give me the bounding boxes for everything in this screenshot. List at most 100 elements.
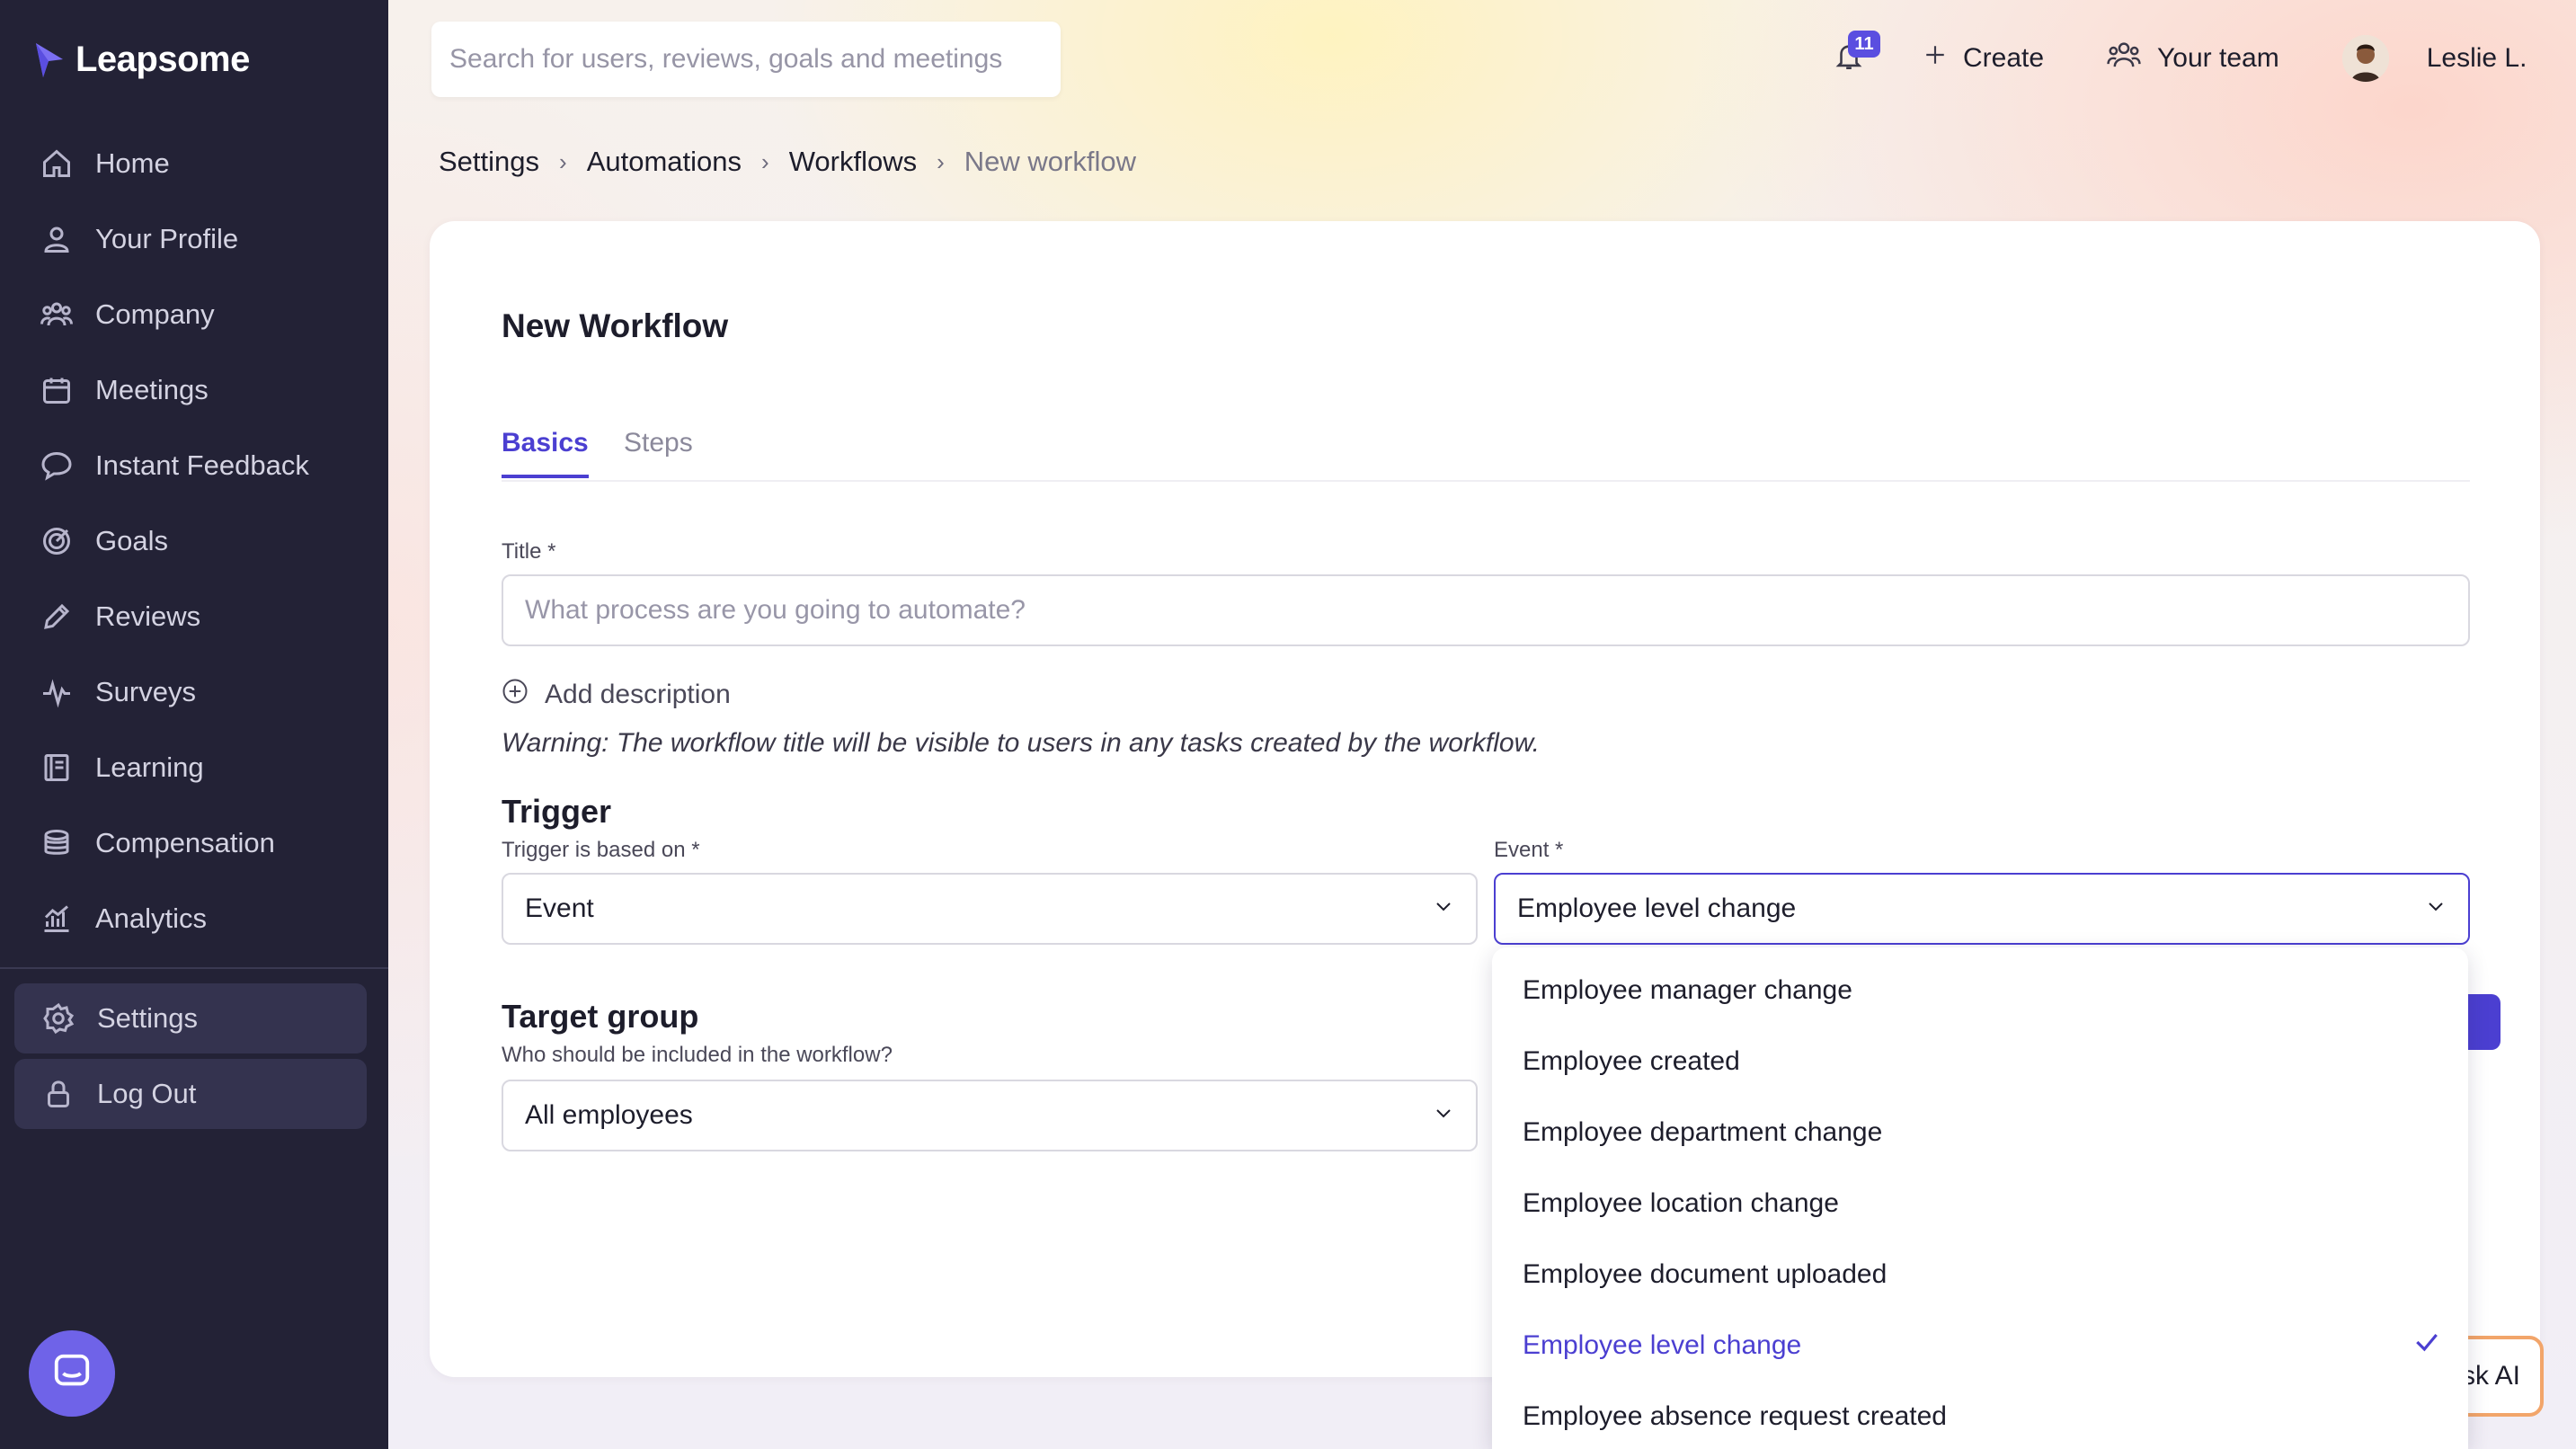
target-group-value: All employees	[525, 1100, 693, 1130]
chevron-right-icon: ›	[937, 147, 945, 175]
book-icon	[40, 751, 74, 785]
sidebar-nav: Home Your Profile Company Meetings Insta…	[0, 126, 388, 956]
chevron-down-icon	[2425, 893, 2447, 924]
sidebar-item-log-out[interactable]: Log Out	[14, 1059, 367, 1129]
create-button[interactable]: Create	[1923, 43, 2044, 74]
trigger-heading: Trigger	[502, 793, 612, 830]
event-option-label: Employee level change	[1523, 1329, 1802, 1360]
checkmark-icon	[2412, 1328, 2441, 1364]
sidebar-item-goals[interactable]: Goals	[0, 503, 388, 579]
sidebar-item-label: Reviews	[95, 600, 201, 632]
event-option-label: Employee absence request created	[1523, 1400, 1947, 1431]
target-group-subtitle: Who should be included in the workflow?	[502, 1043, 893, 1067]
avatar	[2341, 35, 2389, 82]
chevron-right-icon: ›	[761, 147, 769, 175]
topbar-actions: 11 Create Your team Leslie L.	[1826, 27, 2527, 90]
sidebar-item-instant-feedback[interactable]: Instant Feedback	[0, 428, 388, 503]
sidebar-item-surveys[interactable]: Surveys	[0, 654, 388, 730]
trigger-based-on-label: Trigger is based on *	[502, 838, 700, 862]
tab-steps[interactable]: Steps	[624, 428, 693, 475]
event-option[interactable]: Employee manager change	[1492, 955, 2468, 1026]
users-icon	[40, 298, 74, 332]
sidebar-item-label: Settings	[97, 1002, 199, 1034]
notifications-button[interactable]: 11	[1826, 31, 1880, 81]
sidebar-item-label: Instant Feedback	[95, 449, 309, 481]
target-group-heading: Target group	[502, 998, 699, 1035]
sidebar-item-label: Meetings	[95, 374, 209, 405]
trigger-based-on-select[interactable]: Event	[502, 873, 1478, 945]
calendar-icon	[40, 373, 74, 407]
breadcrumb-item-current: New workflow	[964, 146, 1136, 177]
target-group-select[interactable]: All employees	[502, 1080, 1478, 1151]
plus-circle-icon	[502, 678, 529, 712]
sidebar-item-meetings[interactable]: Meetings	[0, 352, 388, 428]
event-select[interactable]: Employee level change	[1494, 873, 2470, 945]
home-icon	[40, 147, 74, 181]
event-dropdown-menu: Employee manager change Employee created E…	[1492, 947, 2468, 1449]
sidebar-divider	[0, 967, 388, 969]
page-title: New Workflow	[502, 307, 729, 344]
sidebar-item-settings[interactable]: Settings	[14, 983, 367, 1053]
your-team-label: Your team	[2157, 43, 2279, 73]
title-input[interactable]	[502, 574, 2470, 646]
chat-icon	[40, 449, 74, 483]
chevron-right-icon: ›	[559, 147, 567, 175]
sidebar-item-learning[interactable]: Learning	[0, 730, 388, 805]
event-option[interactable]: Employee absence request created	[1492, 1381, 2468, 1449]
sidebar-item-label: Home	[95, 147, 170, 179]
chevron-down-icon	[1433, 1100, 1454, 1131]
sidebar-item-your-profile[interactable]: Your Profile	[0, 201, 388, 277]
sidebar-item-company[interactable]: Company	[0, 277, 388, 352]
tab-bar: Basics Steps	[502, 428, 2470, 482]
breadcrumb-item-workflows[interactable]: Workflows	[789, 146, 917, 178]
add-description-label: Add description	[545, 680, 731, 709]
event-option-label: Employee location change	[1523, 1187, 1839, 1218]
sidebar-item-analytics[interactable]: Analytics	[0, 881, 388, 956]
sidebar-item-label: Learning	[95, 751, 204, 783]
event-option[interactable]: Employee created	[1492, 1026, 2468, 1097]
chat-widget-icon	[51, 1351, 93, 1397]
plus-icon	[1923, 43, 1947, 74]
search-input[interactable]	[431, 22, 1061, 97]
sidebar-bottom-nav: Settings Log Out	[14, 983, 367, 1134]
event-option[interactable]: Employee location change	[1492, 1168, 2468, 1239]
event-option[interactable]: Employee document uploaded	[1492, 1239, 2468, 1310]
user-menu[interactable]: Leslie L.	[2341, 35, 2527, 82]
create-label: Create	[1963, 43, 2045, 73]
chevron-down-icon	[1433, 893, 1454, 924]
support-chat-button[interactable]	[29, 1330, 115, 1417]
gear-icon	[41, 1001, 76, 1036]
breadcrumb-item-settings[interactable]: Settings	[439, 146, 539, 178]
event-select-value: Employee level change	[1517, 893, 1797, 923]
event-option[interactable]: Employee level change	[1492, 1310, 2468, 1381]
sidebar-item-label: Surveys	[95, 676, 196, 707]
user-icon	[40, 222, 74, 256]
notification-count-badge: 11	[1848, 31, 1880, 58]
event-option-label: Employee manager change	[1523, 974, 1852, 1005]
sidebar-item-label: Company	[95, 298, 215, 330]
your-team-button[interactable]: Your team	[2107, 40, 2279, 76]
sidebar-item-home[interactable]: Home	[0, 126, 388, 201]
user-name: Leslie L.	[2426, 43, 2527, 73]
breadcrumb-item-automations[interactable]: Automations	[587, 146, 742, 178]
event-option-label: Employee document uploaded	[1523, 1258, 1888, 1289]
add-description-button[interactable]: Add description	[502, 678, 731, 712]
coins-icon	[40, 826, 74, 860]
event-option-label: Employee created	[1523, 1045, 1740, 1076]
title-visibility-warning: Warning: The workflow title will be visi…	[502, 728, 1540, 758]
event-option-label: Employee department change	[1523, 1116, 1883, 1147]
logo[interactable]: Leapsome	[34, 40, 250, 80]
sidebar: Leapsome Home Your Profile Company Meeti…	[0, 0, 388, 1449]
tab-basics[interactable]: Basics	[502, 428, 589, 478]
sidebar-item-compensation[interactable]: Compensation	[0, 805, 388, 881]
event-option[interactable]: Employee department change	[1492, 1097, 2468, 1168]
pencil-icon	[40, 600, 74, 634]
breadcrumb: Settings › Automations › Workflows › New…	[439, 146, 1136, 178]
pulse-icon	[40, 675, 74, 709]
ask-ai-label: sk AI	[2461, 1361, 2520, 1391]
sidebar-item-reviews[interactable]: Reviews	[0, 579, 388, 654]
event-field-label: Event *	[1494, 838, 1564, 862]
chart-icon	[40, 902, 74, 936]
sidebar-item-label: Your Profile	[95, 223, 239, 254]
team-icon	[2107, 40, 2141, 76]
